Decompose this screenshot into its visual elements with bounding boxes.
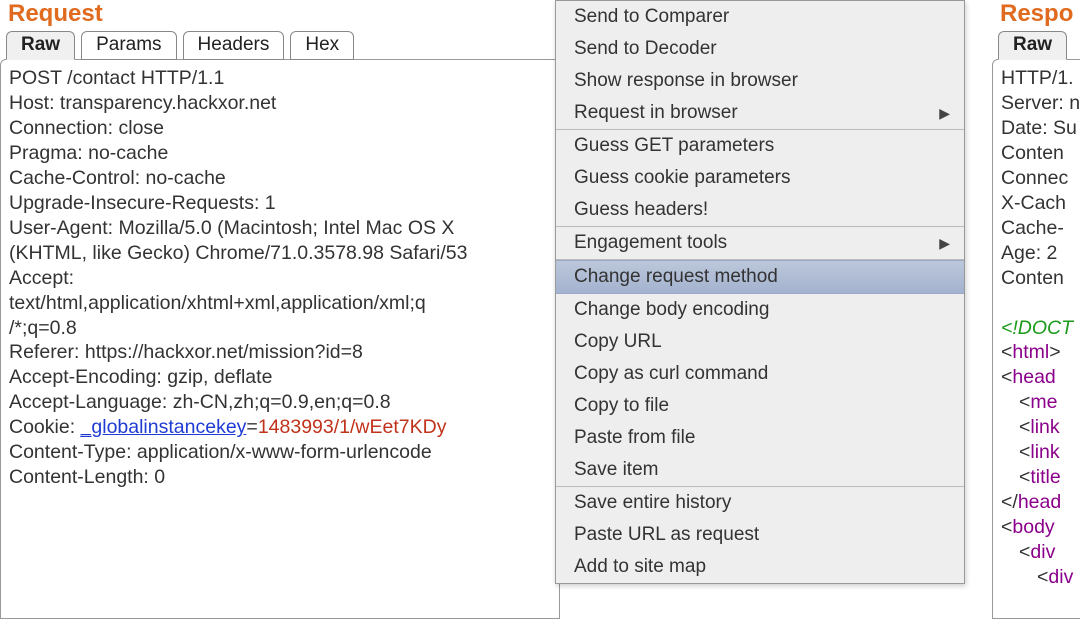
menu-item-label: Add to site map [574,556,706,578]
menu-group: Send to Comparer Send to Decoder Show resp… [556,1,964,129]
response-title: Respo [992,0,1080,30]
context-menu: Send to Comparer Send to Decoder Show resp… [555,0,965,584]
tab-raw[interactable]: Raw [6,31,75,60]
resp-ctype: Conten [1001,142,1064,164]
menu-item-label: Copy to file [574,395,669,417]
resp-cache: Cache- [1001,217,1064,239]
chevron-right-icon: ▶ [939,235,950,252]
resp-age: Age: 2 [1001,242,1057,264]
menu-item-label: Paste from file [574,427,695,449]
resp-status: HTTP/1. [1001,67,1074,89]
menu-item-label: Save item [574,459,658,481]
request-tabs: Raw Params Headers Hex [0,30,560,60]
request-panel: Request Raw Params Headers Hex POST /con… [0,0,560,619]
req-upgrade: Upgrade-Insecure-Requests: 1 [9,192,276,214]
menu-item-label: Send to Comparer [574,6,729,28]
menu-item-copy-as-curl-command[interactable]: Copy as curl command [556,358,964,390]
req-accept-label: Accept: [9,267,74,289]
chevron-right-icon: ▶ [939,105,950,122]
menu-item-label: Guess cookie parameters [574,167,791,189]
req-clen: Content-Length: 0 [9,466,165,488]
menu-item-label: Paste URL as request [574,524,759,546]
resp-body-open: <body [1001,516,1055,538]
req-pragma: Pragma: no-cache [9,142,168,164]
menu-group: Change request method Change body encodin… [556,259,964,486]
menu-item-label: Engagement tools [574,232,727,254]
menu-item-label: Guess GET parameters [574,135,774,157]
menu-item-label: Guess headers! [574,199,708,221]
menu-item-send-to-comparer[interactable]: Send to Comparer [556,1,964,33]
req-cookie-val: 1483993/1/wEet7KDy [258,416,447,438]
resp-doctype: <!DOCT [1001,317,1073,339]
menu-item-paste-from-file[interactable]: Paste from file [556,422,964,454]
resp-link1: <link [1001,415,1080,440]
menu-item-label: Change body encoding [574,299,769,321]
req-accept-enc: Accept-Encoding: gzip, deflate [9,366,272,388]
menu-item-guess-headers[interactable]: Guess headers! [556,194,964,226]
menu-item-guess-cookie-parameters[interactable]: Guess cookie parameters [556,162,964,194]
resp-date: Date: Su [1001,117,1077,139]
resp-div1: <div [1001,540,1080,565]
req-ua1: User-Agent: Mozilla/5.0 (Macintosh; Inte… [9,217,454,239]
req-referer: Referer: https://hackxor.net/mission?id=… [9,341,363,363]
menu-item-change-body-encoding[interactable]: Change body encoding [556,294,964,326]
resp-meta: <me [1001,390,1080,415]
menu-item-label: Copy as curl command [574,363,768,385]
menu-item-change-request-method[interactable]: Change request method [556,260,964,294]
menu-item-save-item[interactable]: Save item [556,454,964,486]
resp-html-open: <html> [1001,341,1061,363]
menu-item-guess-get-parameters[interactable]: Guess GET parameters [556,130,964,162]
req-accept1: text/html,application/xhtml+xml,applicat… [9,292,426,314]
menu-item-engagement-tools[interactable]: Engagement tools ▶ [556,227,964,259]
resp-title: <title [1001,465,1080,490]
menu-item-show-response-in-browser[interactable]: Show response in browser [556,65,964,97]
menu-group: Save entire history Paste URL as request A… [556,486,964,583]
req-cookie-prefix: Cookie: [9,416,81,438]
req-ctype: Content-Type: application/x-www-form-url… [9,441,432,463]
menu-item-paste-url-as-request[interactable]: Paste URL as request [556,519,964,551]
menu-item-label: Send to Decoder [574,38,717,60]
menu-item-label: Save entire history [574,492,731,514]
menu-item-copy-to-file[interactable]: Copy to file [556,390,964,422]
req-host: Host: transparency.hackxor.net [9,92,276,114]
resp-ctype2: Conten [1001,267,1064,289]
resp-div2: <div [1001,565,1080,590]
req-cookie-eq: = [246,416,257,438]
menu-item-label: Show response in browser [574,70,798,92]
resp-conn: Connec [1001,167,1068,189]
menu-item-label: Change request method [574,266,778,288]
request-title: Request [0,0,560,30]
response-raw-editor[interactable]: HTTP/1. Server: n Date: Su Conten Connec… [992,59,1080,619]
tab-headers[interactable]: Headers [183,31,285,60]
req-cache: Cache-Control: no-cache [9,167,226,189]
req-conn: Connection: close [9,117,164,139]
response-panel: Respo Raw HTTP/1. Server: n Date: Su Con… [992,0,1080,619]
menu-item-save-entire-history[interactable]: Save entire history [556,487,964,519]
tab-raw-response[interactable]: Raw [998,31,1067,60]
req-ua2: (KHTML, like Gecko) Chrome/71.0.3578.98 … [9,242,467,264]
resp-xcache: X-Cach [1001,192,1066,214]
menu-item-copy-url[interactable]: Copy URL [556,326,964,358]
req-accept-lang: Accept-Language: zh-CN,zh;q=0.9,en;q=0.8 [9,391,391,413]
req-accept2: /*;q=0.8 [9,317,77,339]
tab-hex[interactable]: Hex [290,31,354,60]
menu-item-request-in-browser[interactable]: Request in browser ▶ [556,97,964,129]
req-line: POST /contact HTTP/1.1 [9,67,224,89]
req-cookie-key: _globalinstancekey [81,416,247,438]
menu-group: Guess GET parameters Guess cookie paramet… [556,129,964,226]
resp-head-close: </head [1001,491,1061,513]
menu-item-add-to-site-map[interactable]: Add to site map [556,551,964,583]
resp-server: Server: n [1001,92,1080,114]
response-tabs: Raw [992,30,1080,60]
menu-item-label: Copy URL [574,331,662,353]
request-raw-editor[interactable]: POST /contact HTTP/1.1 Host: transparenc… [0,59,560,619]
menu-item-send-to-decoder[interactable]: Send to Decoder [556,33,964,65]
tab-params[interactable]: Params [81,31,176,60]
menu-group: Engagement tools ▶ [556,226,964,259]
menu-item-label: Request in browser [574,102,738,124]
resp-head-open: <head [1001,366,1061,388]
resp-link2: <link [1001,440,1080,465]
